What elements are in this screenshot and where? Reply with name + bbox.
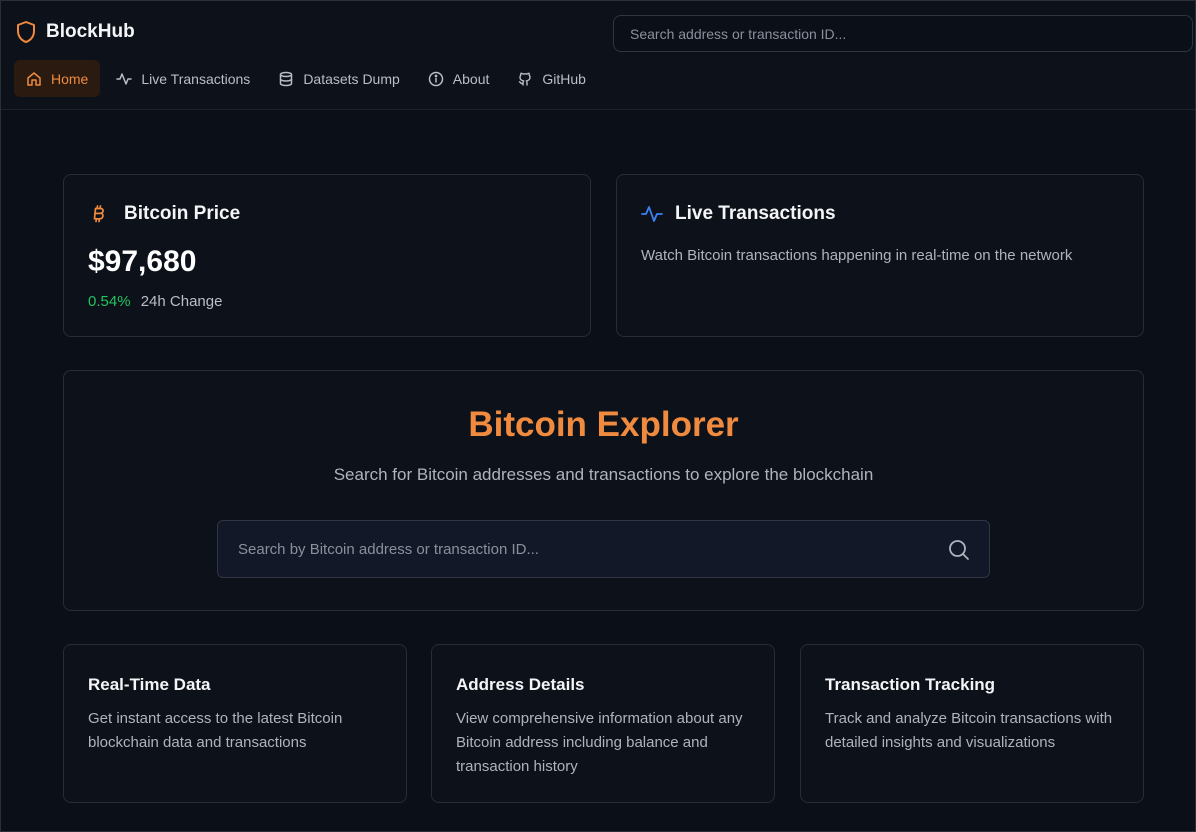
home-icon [27, 71, 41, 86]
nav-item-live-transactions[interactable]: Live Transactions [104, 60, 262, 97]
bitcoin-explorer-card: Bitcoin Explorer Search for Bitcoin addr… [63, 370, 1144, 611]
explorer-search-box [217, 520, 990, 578]
nav-item-home[interactable]: Home [14, 60, 101, 97]
nav-item-about[interactable]: About [416, 60, 502, 97]
live-transactions-description: Watch Bitcoin transactions happening in … [641, 247, 1073, 264]
nav-item-label: Datasets Dump [303, 70, 400, 87]
top-header: BlockHub Home Live Transactions Datasets… [0, 0, 1196, 110]
explorer-subtitle: Search for Bitcoin addresses and transac… [333, 465, 874, 484]
bitcoin-price-card: Bitcoin Price $97,680 0.54% 24h Change [63, 174, 591, 337]
feature-title: Transaction Tracking [825, 675, 996, 694]
feature-description: Track and analyze Bitcoin transactions w… [825, 710, 1113, 751]
database-icon [280, 71, 293, 86]
activity-icon [116, 72, 133, 85]
price-change-percent: 0.54% [88, 293, 131, 310]
bitcoin-price-title: Bitcoin Price [124, 203, 241, 224]
main-nav: Home Live Transactions Datasets Dump Abo… [14, 60, 602, 97]
nav-item-datasets-dump[interactable]: Datasets Dump [266, 60, 411, 97]
feature-description: Get instant access to the latest Bitcoin… [88, 710, 343, 751]
feature-card-address-details: Address Details View comprehensive infor… [431, 644, 775, 803]
github-icon [519, 72, 532, 86]
nav-item-label: Live Transactions [141, 70, 251, 87]
live-transactions-title: Live Transactions [675, 203, 836, 224]
bitcoin-icon [93, 205, 104, 223]
brand-name: BlockHub [46, 21, 135, 42]
price-change: 0.54% 24h Change [88, 293, 222, 310]
explorer-title: Bitcoin Explorer [468, 405, 739, 444]
feature-title: Address Details [456, 675, 585, 694]
live-transactions-card[interactable]: Live Transactions Watch Bitcoin transact… [616, 174, 1144, 337]
bitcoin-price-value: $97,680 [88, 245, 197, 278]
brand-logo[interactable]: BlockHub [16, 20, 135, 44]
price-change-label: 24h Change [140, 293, 223, 310]
explorer-search-input[interactable] [218, 521, 918, 577]
nav-item-label: About [452, 70, 490, 87]
activity-icon [641, 206, 663, 222]
shield-icon [17, 21, 35, 43]
nav-item-label: Home [51, 70, 89, 87]
info-icon [428, 71, 444, 86]
feature-card-transaction-tracking: Transaction Tracking Track and analyze B… [800, 644, 1144, 803]
nav-item-github[interactable]: GitHub [505, 60, 598, 97]
feature-description: View comprehensive information about any… [456, 710, 743, 775]
search-icon[interactable] [947, 538, 971, 562]
nav-item-label: GitHub [542, 70, 586, 87]
header-search-input[interactable] [613, 15, 1193, 52]
feature-title: Real-Time Data [88, 675, 211, 694]
feature-card-real-time-data: Real-Time Data Get instant access to the… [63, 644, 407, 803]
